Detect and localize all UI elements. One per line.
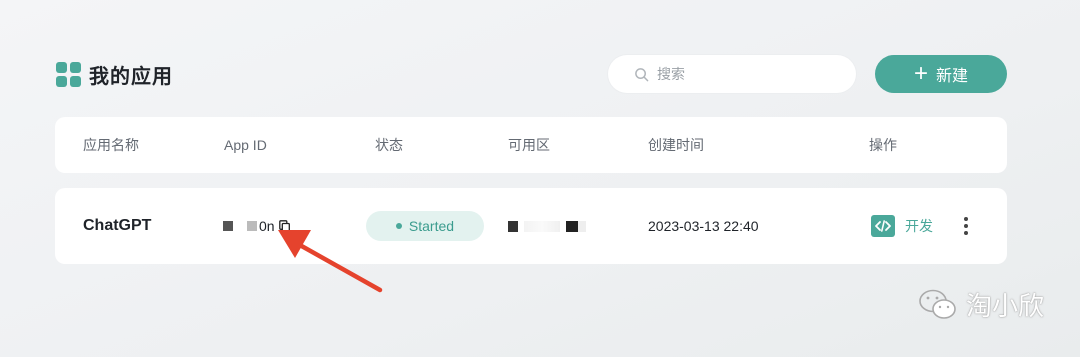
redacted-block <box>223 221 233 231</box>
new-app-button-label: 新建 <box>936 68 969 85</box>
app-id-suffix: 0n <box>259 218 275 234</box>
column-header-actions: 操作 <box>869 137 897 153</box>
column-header-created-time: 创建时间 <box>648 137 704 153</box>
search-icon <box>635 67 649 81</box>
table-header: 应用名称 App ID 状态 可用区 创建时间 操作 <box>55 117 1007 173</box>
redacted-block <box>247 221 257 231</box>
more-vertical-icon <box>956 217 976 235</box>
redacted-block <box>578 220 586 232</box>
more-options-button[interactable] <box>956 188 976 264</box>
column-header-app-name: 应用名称 <box>83 137 139 153</box>
redacted-block <box>524 220 560 232</box>
watermark-text: 淘小欣 <box>966 291 1045 321</box>
watermark: 淘小欣 <box>918 286 1044 323</box>
table-row: ChatGPT 0n Started 2023-03-13 22:40 开发 <box>55 188 1007 264</box>
status-dot-icon <box>395 223 402 229</box>
new-app-button[interactable]: + 新建 <box>875 55 1007 93</box>
created-time: 2023-03-13 22:40 <box>648 218 759 234</box>
develop-button[interactable]: 开发 <box>871 188 933 264</box>
page-title: 我的应用 <box>89 66 173 88</box>
redacted-block <box>566 220 578 232</box>
column-header-zone: 可用区 <box>508 137 550 153</box>
develop-button-label: 开发 <box>905 218 933 234</box>
redacted-block <box>508 220 518 232</box>
search-box[interactable] <box>608 55 856 93</box>
page-title-group: 我的应用 <box>56 60 173 89</box>
column-header-app-id: App ID <box>224 137 267 153</box>
column-header-status: 状态 <box>375 137 403 153</box>
search-input[interactable] <box>657 66 837 82</box>
wechat-icon <box>919 289 956 319</box>
status-label: Started <box>408 218 455 234</box>
code-icon <box>871 215 895 237</box>
zone-cell <box>508 188 586 264</box>
app-name: ChatGPT <box>83 217 152 234</box>
plus-icon: + <box>913 60 928 87</box>
annotation-arrow <box>278 230 383 293</box>
apps-grid-icon <box>56 62 81 87</box>
